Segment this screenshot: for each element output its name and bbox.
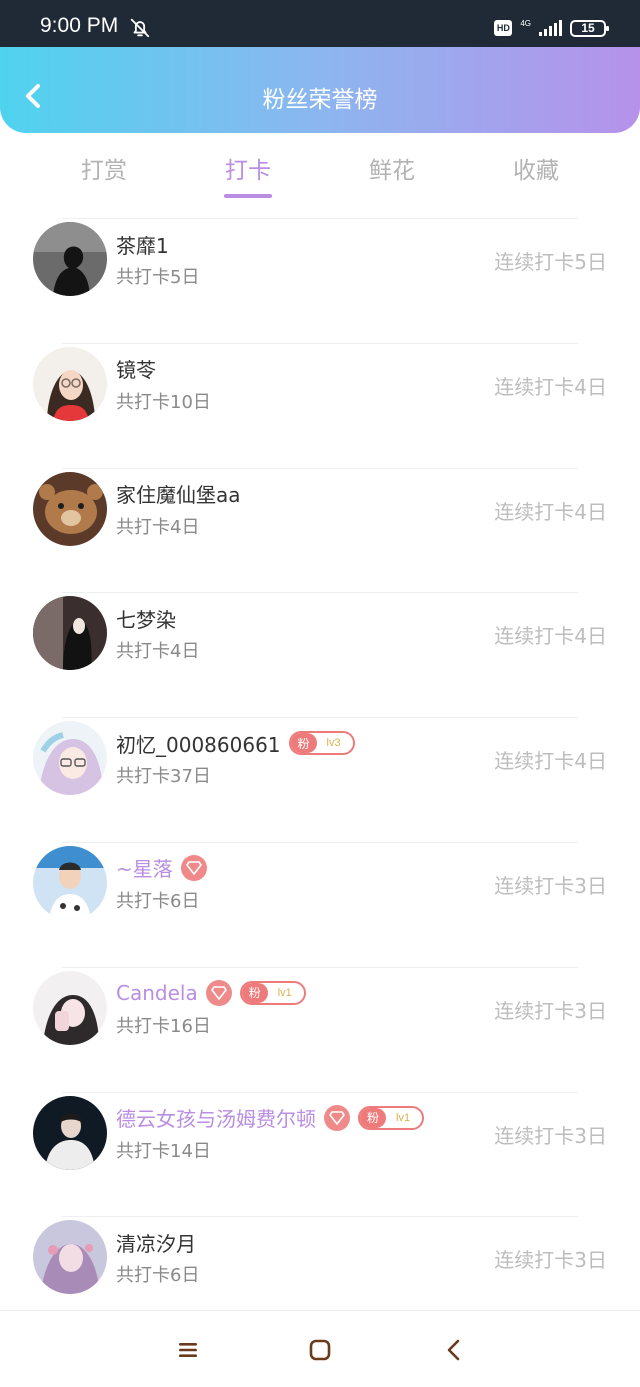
avatar <box>33 1220 107 1295</box>
header: 9:00 PM HD 4G 15 粉丝荣誉榜 <box>0 0 640 133</box>
total-checkin: 共打卡4日 <box>116 516 200 538</box>
list-item[interactable]: Candela 粉 lv1 共打卡16日 连续打卡3日 <box>0 957 640 1082</box>
total-checkin: 共打卡6日 <box>116 890 200 912</box>
fan-level: lv3 <box>326 737 341 750</box>
fan-label: 粉 <box>241 982 268 1003</box>
battery-icon: 15 <box>570 19 609 37</box>
streak-checkin: 连续打卡3日 <box>494 1123 607 1148</box>
total-checkin: 共打卡4日 <box>116 641 200 663</box>
avatar <box>33 721 107 796</box>
divider <box>62 1216 578 1218</box>
user-name: ~星落 <box>116 857 173 882</box>
list-item[interactable]: 镜苓 共打卡10日 连续打卡4日 <box>0 333 640 458</box>
total-checkin: 共打卡14日 <box>116 1140 211 1162</box>
user-name: 德云女孩与汤姆费尔顿 <box>116 1107 316 1132</box>
diamond-icon <box>324 1104 350 1131</box>
list-item[interactable]: 初忆_000860661 粉 lv3 共打卡37日 连续打卡4日 <box>0 707 640 832</box>
home-square-icon[interactable] <box>307 1337 333 1363</box>
divider <box>62 717 578 719</box>
system-nav-bar <box>0 1310 640 1387</box>
user-name: Candela <box>116 980 198 1005</box>
status-bar: 9:00 PM HD 4G 15 <box>0 0 640 47</box>
total-checkin: 共打卡16日 <box>116 1015 211 1037</box>
streak-checkin: 连续打卡5日 <box>494 250 607 274</box>
total-checkin: 共打卡10日 <box>116 391 211 413</box>
page-title: 粉丝荣誉榜 <box>262 87 378 113</box>
tab-favorites[interactable]: 收藏 <box>486 151 586 185</box>
list-item[interactable]: 茶靡1 共打卡5日 连续打卡5日 <box>0 208 640 333</box>
bell-off-icon <box>130 18 150 38</box>
streak-checkin: 连续打卡4日 <box>494 624 607 649</box>
tab-bar: 打赏 打卡 鲜花 收藏 <box>0 133 640 205</box>
status-icons: HD 4G 15 <box>494 17 609 39</box>
total-checkin: 共打卡6日 <box>116 1265 200 1287</box>
total-checkin: 共打卡37日 <box>116 766 211 788</box>
signal-icon <box>539 20 562 36</box>
avatar <box>33 596 107 671</box>
user-name: 初忆_000860661 <box>116 732 281 757</box>
network-type: 4G <box>520 19 531 28</box>
divider <box>62 467 578 469</box>
fan-level-badge: 粉 lv1 <box>358 1105 425 1130</box>
avatar <box>33 222 107 296</box>
avatar <box>33 1095 107 1170</box>
fan-level: lv1 <box>277 986 292 999</box>
user-name: 七梦染 <box>116 607 176 632</box>
streak-checkin: 连续打卡3日 <box>494 998 607 1023</box>
divider <box>62 218 578 219</box>
battery-level: 15 <box>581 21 595 35</box>
divider <box>62 966 578 968</box>
fan-level: lv1 <box>396 1111 411 1124</box>
user-name: 家住魔仙堡aa <box>116 483 241 508</box>
streak-checkin: 连续打卡4日 <box>494 499 607 524</box>
avatar <box>33 346 107 421</box>
menu-icon[interactable] <box>175 1337 201 1363</box>
user-name: 清凉汐月 <box>116 1231 196 1256</box>
tab-reward[interactable]: 打赏 <box>54 151 154 185</box>
streak-checkin: 连续打卡3日 <box>494 1248 607 1273</box>
nav-back-icon[interactable] <box>441 1337 467 1363</box>
total-checkin: 共打卡5日 <box>116 267 200 288</box>
checkin-ranking-list: 茶靡1 共打卡5日 连续打卡5日 镜苓 共打卡10日 连续打卡4日 家住魔仙堡a… <box>0 208 640 1331</box>
divider <box>62 841 578 843</box>
hd-badge: HD <box>494 20 513 36</box>
diamond-icon <box>205 979 232 1006</box>
avatar <box>33 970 107 1045</box>
streak-checkin: 连续打卡4日 <box>494 749 607 774</box>
list-item[interactable]: 德云女孩与汤姆费尔顿 粉 lv1 共打卡14日 连续打卡3日 <box>0 1082 640 1207</box>
tab-checkin[interactable]: 打卡 <box>198 151 298 185</box>
streak-checkin: 连续打卡4日 <box>494 374 607 399</box>
tab-flowers[interactable]: 鲜花 <box>342 151 442 185</box>
divider <box>62 342 578 344</box>
list-item[interactable]: 家住魔仙堡aa 共打卡4日 连续打卡4日 <box>0 458 640 583</box>
fan-level-badge: 粉 lv1 <box>239 980 306 1005</box>
fan-level-badge: 粉 lv3 <box>288 731 355 756</box>
list-item[interactable]: 七梦染 共打卡4日 连续打卡4日 <box>0 582 640 707</box>
divider <box>62 592 578 594</box>
avatar <box>33 471 107 546</box>
fan-label: 粉 <box>290 733 317 754</box>
user-name: 镜苓 <box>116 358 156 383</box>
divider <box>62 1091 578 1093</box>
avatar <box>33 845 107 920</box>
list-item[interactable]: ~星落 共打卡6日 连续打卡3日 <box>0 832 640 957</box>
user-name: 茶靡1 <box>116 233 169 258</box>
streak-checkin: 连续打卡3日 <box>494 873 607 898</box>
status-time: 9:00 PM <box>40 14 119 37</box>
active-tab-indicator <box>224 194 272 198</box>
diamond-icon <box>180 854 207 881</box>
fan-label: 粉 <box>360 1107 387 1128</box>
